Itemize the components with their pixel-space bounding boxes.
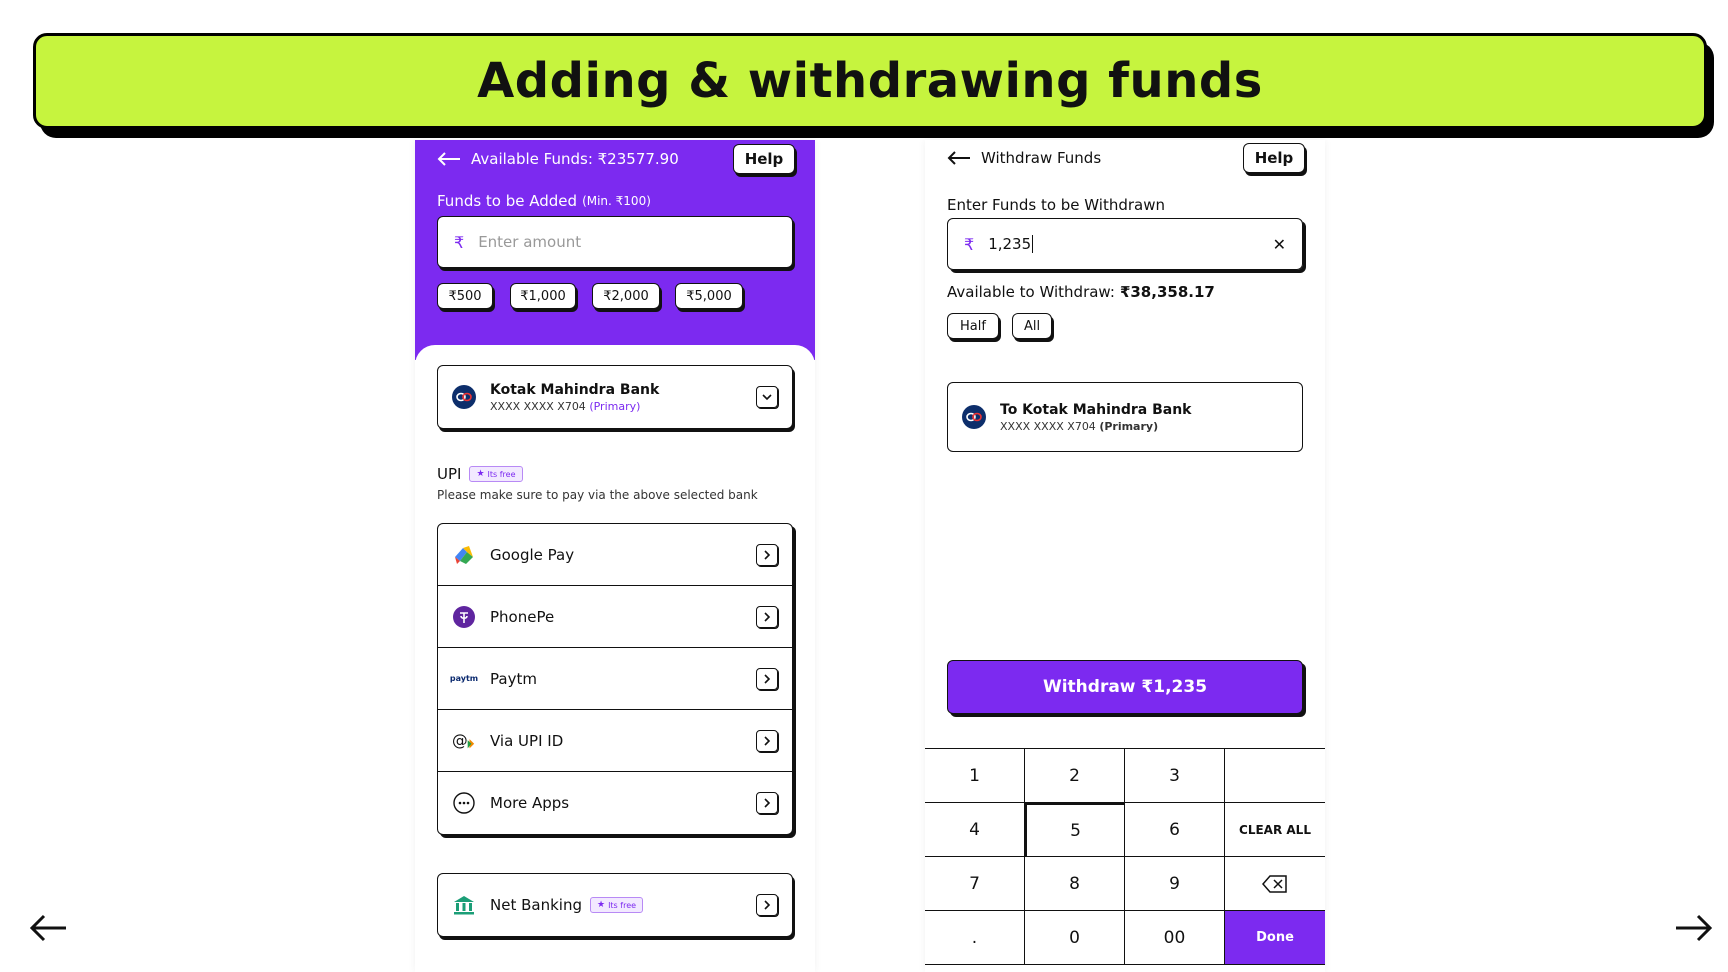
funds-min-label: (Min. ₹100)	[582, 194, 651, 208]
upi-option-label: More Apps	[490, 794, 570, 812]
key-7[interactable]: 7	[925, 857, 1025, 911]
net-banking-option[interactable]: Net Banking ★ Its free	[437, 873, 793, 937]
quick-amount-5000[interactable]: ₹5,000	[675, 283, 743, 309]
key-dot[interactable]: .	[925, 911, 1025, 965]
bank-selector[interactable]: Kotak Mahindra Bank XXXX XXXX X704 (Prim…	[437, 365, 793, 429]
star-icon: ★	[596, 900, 606, 910]
chevron-right-icon	[756, 894, 778, 916]
withdraw-bank-card: To Kotak Mahindra Bank XXXX XXXX X704 (P…	[947, 382, 1303, 452]
key-9[interactable]: 9	[1125, 857, 1225, 911]
half-button[interactable]: Half	[947, 313, 999, 339]
next-slide-arrow-icon[interactable]	[1674, 908, 1714, 948]
withdraw-title-row: Withdraw Funds	[947, 149, 1101, 167]
key-3[interactable]: 3	[1125, 749, 1225, 803]
withdraw-funds-screen: Withdraw Funds Help Enter Funds to be Wi…	[925, 140, 1325, 972]
withdraw-amount-value: 1,235	[988, 235, 1032, 253]
backspace-key[interactable]	[1225, 857, 1325, 911]
kotak-logo-icon	[962, 405, 986, 429]
chevron-right-icon	[756, 543, 778, 566]
chevron-right-icon	[756, 605, 778, 628]
key-00[interactable]: 00	[1125, 911, 1225, 965]
upi-title: UPI	[437, 465, 462, 483]
key-4[interactable]: 4	[925, 803, 1025, 857]
text-cursor	[1032, 235, 1034, 253]
key-clear-all[interactable]: CLEAR ALL	[1225, 803, 1325, 857]
numeric-keypad: 1 2 3 4 5 6 CLEAR ALL 7 8 9 . 0 00 Done	[925, 748, 1325, 965]
rupee-icon: ₹	[964, 234, 975, 254]
previous-slide-arrow-icon[interactable]	[28, 908, 68, 948]
title-banner: Adding & withdrawing funds	[33, 33, 1707, 129]
withdraw-button[interactable]: Withdraw ₹1,235	[947, 660, 1303, 714]
bank-name: To Kotak Mahindra Bank	[1000, 401, 1192, 418]
add-funds-screen: Available Funds: ₹23577.90 Help Funds to…	[415, 140, 815, 972]
kotak-logo-icon	[452, 385, 476, 409]
key-1[interactable]: 1	[925, 749, 1025, 803]
bank-account: XXXX XXXX X704 (Primary)	[1000, 419, 1159, 433]
all-button[interactable]: All	[1012, 313, 1052, 339]
key-2[interactable]: 2	[1025, 749, 1125, 803]
done-key[interactable]: Done	[1225, 911, 1325, 965]
upi-option-label: PhonePe	[490, 607, 555, 626]
back-arrow-icon[interactable]	[437, 151, 461, 167]
upi-option-label: Via UPI ID	[490, 731, 564, 750]
clear-icon[interactable]: ✕	[1273, 235, 1286, 254]
net-banking-label: Net Banking	[490, 896, 582, 914]
key-5[interactable]: 5	[1025, 803, 1125, 857]
star-icon: ★	[476, 469, 485, 479]
funds-to-add-label-row: Funds to be Added (Min. ₹100)	[437, 192, 651, 210]
upi-option-paytm[interactable]: paytm Paytm	[438, 648, 792, 710]
upi-heading-row: UPI ★ Its free	[437, 465, 523, 483]
available-funds-row: Available Funds: ₹23577.90	[437, 150, 679, 168]
svg-text:@: @	[452, 730, 468, 749]
more-apps-icon	[452, 791, 476, 815]
backspace-icon	[1262, 874, 1287, 893]
upi-option-label: Google Pay	[490, 545, 575, 564]
slide-title: Adding & withdrawing funds	[477, 53, 1263, 109]
bank-name: Kotak Mahindra Bank	[490, 381, 660, 398]
upi-options-list: Google Pay PhonePe paytm Paytm @ Via UPI…	[437, 523, 793, 835]
upi-option-upi-id[interactable]: @ Via UPI ID	[438, 710, 792, 772]
key-6[interactable]: 6	[1125, 803, 1225, 857]
amount-placeholder: Enter amount	[478, 233, 582, 251]
chevron-right-icon	[756, 667, 778, 690]
quick-amount-2000[interactable]: ₹2,000	[592, 283, 660, 309]
upi-option-label: Paytm	[490, 669, 537, 688]
enter-withdraw-label: Enter Funds to be Withdrawn	[947, 196, 1166, 214]
key-8[interactable]: 8	[1025, 857, 1125, 911]
amount-input[interactable]: ₹ Enter amount	[437, 216, 793, 268]
withdraw-title: Withdraw Funds	[981, 149, 1102, 167]
withdraw-amount-input[interactable]: ₹ 1,235 ✕	[947, 218, 1303, 270]
quick-amount-500[interactable]: ₹500	[437, 283, 493, 309]
google-pay-icon	[452, 543, 476, 567]
available-withdraw-row: Available to Withdraw: ₹38,358.17	[947, 283, 1215, 301]
help-button[interactable]: Help	[1243, 143, 1305, 173]
free-badge: ★ Its free	[589, 897, 644, 913]
available-withdraw-label: Available to Withdraw:	[947, 283, 1115, 301]
bank-account: XXXX XXXX X704 (Primary)	[490, 399, 641, 413]
funds-to-add-label: Funds to be Added	[437, 192, 578, 210]
rupee-icon: ₹	[454, 232, 465, 252]
upi-option-google-pay[interactable]: Google Pay	[438, 524, 792, 586]
chevron-right-icon	[756, 729, 778, 752]
upi-option-more-apps[interactable]: More Apps	[438, 772, 792, 834]
free-badge: ★ Its free	[469, 466, 523, 482]
chevron-right-icon	[756, 792, 778, 814]
chevron-down-icon[interactable]	[756, 386, 778, 408]
upi-note: Please make sure to pay via the above se…	[437, 488, 758, 502]
upi-id-icon: @	[452, 729, 476, 753]
quick-amount-1000[interactable]: ₹1,000	[510, 283, 576, 309]
upi-option-phonepe[interactable]: PhonePe	[438, 586, 792, 648]
available-withdraw-value: ₹38,358.17	[1119, 283, 1215, 301]
key-blank	[1225, 749, 1325, 803]
paytm-icon: paytm	[449, 674, 479, 683]
help-button[interactable]: Help	[733, 144, 795, 174]
phonepe-icon	[452, 605, 476, 629]
back-arrow-icon[interactable]	[947, 150, 971, 166]
bank-building-icon	[452, 893, 476, 917]
key-0[interactable]: 0	[1025, 911, 1125, 965]
available-funds-label: Available Funds: ₹23577.90	[471, 150, 679, 168]
